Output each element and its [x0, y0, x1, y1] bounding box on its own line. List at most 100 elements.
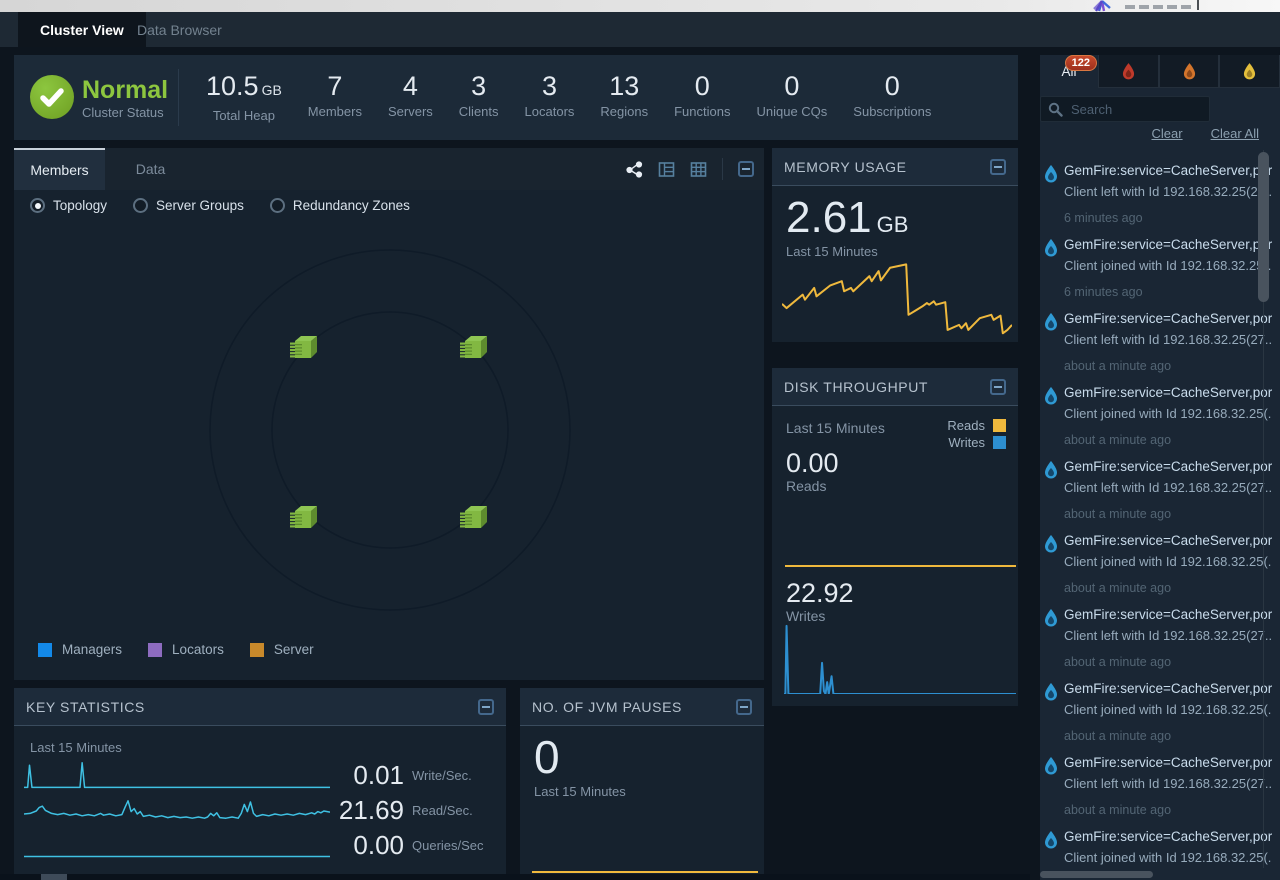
notification-title: GemFire:service=CacheServer,port=404	[1064, 828, 1272, 846]
search-icon	[1048, 102, 1063, 117]
stat-value: 3	[471, 71, 486, 101]
legend-label: Reads	[947, 418, 985, 433]
notification-title: GemFire:service=CacheServer,port=404	[1064, 310, 1272, 328]
notification-message: Client left with Id 192.168.32.25(27..	[1064, 183, 1272, 201]
severe-flame-icon	[1122, 63, 1135, 80]
legend-swatch	[993, 419, 1006, 432]
queries-per-sec-row: 0.00 Queries/Sec	[24, 830, 484, 861]
write-per-sec-chart	[24, 761, 330, 791]
tab-severe-notifications[interactable]	[1098, 55, 1159, 88]
main-horizontal-scrollbar-track	[0, 874, 1030, 880]
notification-item[interactable]: GemFire:service=CacheServer,port=404 Cli…	[1042, 378, 1272, 452]
notification-message: Client left with Id 192.168.32.25(27..	[1064, 627, 1272, 645]
topology-canvas	[14, 190, 764, 638]
notification-timestamp: about a minute ago	[1064, 580, 1272, 596]
disk-reads-value: 0.00	[786, 448, 839, 478]
notification-item[interactable]: GemFire:service=CacheServer,port=404 Cli…	[1042, 156, 1272, 230]
tab-all-notifications[interactable]: All 122	[1040, 55, 1098, 88]
notification-message: Client left with Id 192.168.32.25(27..	[1064, 775, 1272, 793]
notification-actions: Clear Clear All	[1040, 126, 1259, 141]
cluster-stat: 7 Members	[308, 70, 362, 123]
notification-flame-icon	[1044, 831, 1058, 849]
notification-message: Client joined with Id 192.168.32.25(..	[1064, 257, 1272, 275]
clear-link[interactable]: Clear	[1152, 126, 1183, 141]
legend-swatch	[148, 643, 162, 657]
main-horizontal-scrollbar-thumb[interactable]	[41, 874, 67, 880]
cluster-stat: 10.5GB Total Heap	[206, 70, 282, 123]
member-node-icon[interactable]	[290, 502, 320, 532]
disk-throughput-panel: DISK THROUGHPUT Last 15 Minutes Reads Wr…	[772, 368, 1018, 706]
read-per-sec-chart	[24, 796, 330, 826]
status-check-icon	[30, 75, 74, 119]
tab-members[interactable]: Members	[14, 148, 105, 190]
clear-all-link[interactable]: Clear All	[1211, 126, 1259, 141]
keystats-window: Last 15 Minutes	[30, 740, 122, 755]
stat-value: 13	[609, 71, 639, 101]
notification-message: Client joined with Id 192.168.32.25(..	[1064, 849, 1272, 867]
notification-item[interactable]: GemFire:service=CacheServer,port=404 Cli…	[1042, 600, 1272, 674]
notification-timestamp: about a minute ago	[1064, 358, 1272, 374]
cluster-stat: 4 Servers	[388, 70, 433, 123]
stat-value: 4	[403, 71, 418, 101]
notification-title: GemFire:service=CacheServer,port=404	[1064, 532, 1272, 550]
grid-view-icon[interactable]	[690, 161, 707, 178]
cluster-stat: 0 Functions	[674, 70, 730, 123]
keystats-collapse-button[interactable]	[478, 699, 494, 715]
brand-logo-icon	[1090, 0, 1114, 12]
sidebar-horizontal-scrollbar-thumb[interactable]	[1040, 871, 1153, 878]
list-view-icon[interactable]	[658, 161, 675, 178]
tab-warning-notifications[interactable]	[1219, 55, 1280, 88]
stat-label: Subscriptions	[853, 104, 931, 119]
notification-flame-icon	[1044, 165, 1058, 183]
brand-text-fragment	[1153, 5, 1163, 9]
cluster-stat: 0 Subscriptions	[853, 70, 931, 123]
brand-divider	[1197, 0, 1199, 10]
disk-writes-value: 22.92	[786, 578, 854, 608]
notification-list: GemFire:service=CacheServer,port=404 Cli…	[1040, 150, 1272, 868]
legend-item: Locators	[148, 642, 224, 657]
graph-view-icon[interactable]	[626, 161, 643, 178]
stat-value: 0	[885, 71, 900, 101]
search-input[interactable]	[1069, 97, 1207, 121]
brand-text-fragment	[1139, 5, 1149, 9]
notification-item[interactable]: GemFire:service=CacheServer,port=404 Cli…	[1042, 452, 1272, 526]
notification-item[interactable]: GemFire:service=CacheServer,port=404 Cli…	[1042, 230, 1272, 304]
jvm-collapse-button[interactable]	[736, 699, 752, 715]
disk-writes-chart	[784, 620, 1016, 694]
topology-rings	[14, 190, 764, 638]
error-flame-icon	[1183, 63, 1196, 80]
disk-legend: Reads Writes	[947, 418, 1006, 452]
notification-title: GemFire:service=CacheServer,port=404	[1064, 236, 1272, 254]
notification-item[interactable]: GemFire:service=CacheServer,port=404 Cli…	[1042, 304, 1272, 378]
notification-item[interactable]: GemFire:service=CacheServer,port=404 Cli…	[1042, 822, 1272, 868]
memory-collapse-button[interactable]	[990, 159, 1006, 175]
cluster-stat: 3 Clients	[459, 70, 499, 123]
notification-flame-icon	[1044, 683, 1058, 701]
write-per-sec-value: 0.01	[330, 760, 404, 791]
disk-collapse-button[interactable]	[990, 379, 1006, 395]
notification-timestamp: about a minute ago	[1064, 654, 1272, 670]
tab-data[interactable]: Data	[105, 148, 196, 190]
legend-label: Locators	[172, 642, 224, 657]
tab-error-notifications[interactable]	[1159, 55, 1220, 88]
notification-filter-tabs: All 122	[1040, 55, 1280, 88]
notification-flame-icon	[1044, 461, 1058, 479]
notification-title: GemFire:service=CacheServer,port=404	[1064, 680, 1272, 698]
sidebar-vertical-scrollbar-thumb[interactable]	[1258, 152, 1269, 302]
queries-per-sec-value: 0.00	[330, 830, 404, 861]
notification-item[interactable]: GemFire:service=CacheServer,port=404 Cli…	[1042, 674, 1272, 748]
member-node-icon[interactable]	[460, 502, 490, 532]
tab-data-browser[interactable]: Data Browser	[115, 12, 244, 47]
member-node-icon[interactable]	[460, 332, 490, 362]
members-collapse-button[interactable]	[738, 161, 754, 177]
legend-swatch	[250, 643, 264, 657]
memory-usage-unit: GB	[877, 212, 909, 237]
disk-throughput-title: DISK THROUGHPUT	[784, 379, 928, 395]
notification-item[interactable]: GemFire:service=CacheServer,port=404 Cli…	[1042, 748, 1272, 822]
members-panel-tabs: Members Data	[14, 148, 764, 190]
notification-item[interactable]: GemFire:service=CacheServer,port=404 Cli…	[1042, 526, 1272, 600]
notification-flame-icon	[1044, 535, 1058, 553]
notification-flame-icon	[1044, 757, 1058, 775]
member-node-icon[interactable]	[290, 332, 320, 362]
tab-members-label: Members	[30, 162, 88, 178]
